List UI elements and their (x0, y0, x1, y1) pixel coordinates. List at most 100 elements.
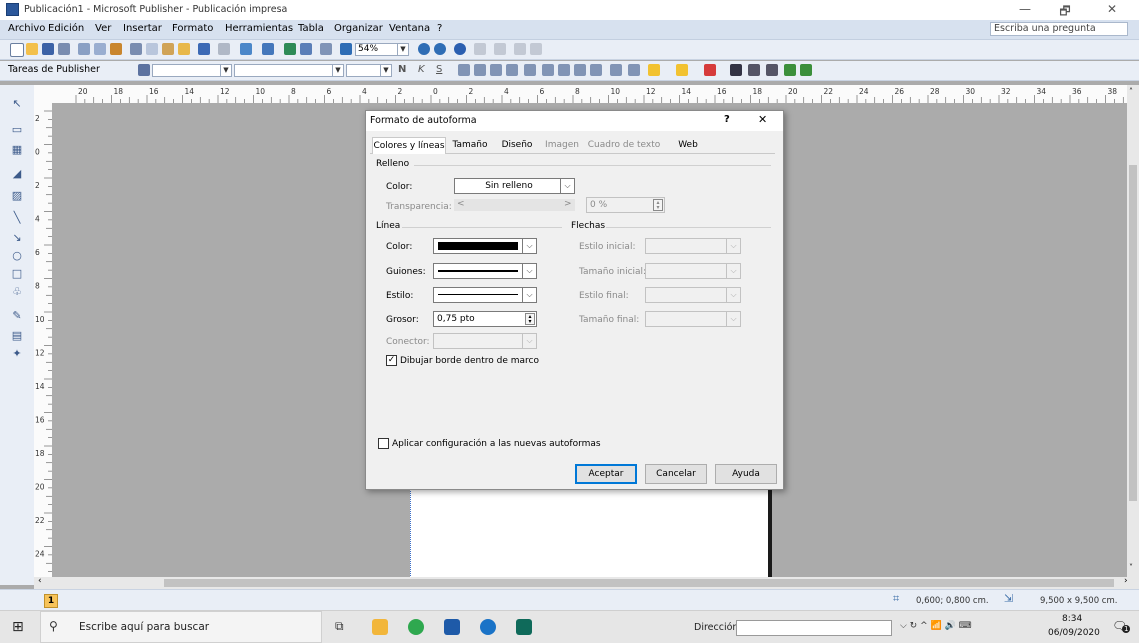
menu-organizar[interactable]: Organizar (334, 23, 383, 34)
apply-new-checkbox[interactable] (378, 438, 389, 449)
line-spacing-icon[interactable] (524, 64, 536, 76)
dialog-close-button[interactable]: ✕ (758, 113, 767, 126)
arrow-style-icon[interactable] (766, 64, 778, 76)
line-color-icon[interactable] (676, 64, 688, 76)
edge-icon[interactable] (480, 619, 496, 635)
horizontal-scroll-thumb[interactable] (164, 579, 1114, 587)
end-size-select[interactable]: ⌵ (645, 311, 741, 327)
hyperlink-icon[interactable] (284, 43, 296, 55)
draw-inside-checkbox[interactable]: ✓ (386, 355, 397, 366)
design-gallery-icon[interactable]: ▤ (10, 329, 24, 342)
menu-ver[interactable]: Ver (95, 23, 111, 34)
justify-icon[interactable] (506, 64, 518, 76)
print-icon[interactable] (58, 43, 70, 55)
menu-insertar[interactable]: Insertar (123, 23, 162, 34)
scroll-up-icon[interactable]: ˄ (1129, 87, 1133, 96)
line-style-select[interactable]: ⌵ (433, 287, 537, 303)
scroll-right-icon[interactable]: › (1124, 576, 1128, 586)
task-view-icon[interactable]: ⧉ (335, 619, 344, 634)
columns-icon[interactable] (300, 43, 312, 55)
line-tool-icon[interactable]: ╲ (10, 211, 24, 224)
hotspot-icon[interactable]: ✎ (10, 309, 24, 322)
help-button[interactable]: Ayuda (715, 464, 777, 484)
menu-edicion[interactable]: Edición (48, 23, 84, 34)
send-back-icon[interactable] (262, 43, 274, 55)
wordart-icon[interactable]: ◢ (10, 167, 24, 180)
menu-tabla[interactable]: Tabla (298, 23, 324, 34)
fill-color-select[interactable]: Sin relleno ⌵ (454, 178, 575, 194)
zoom-out-icon[interactable] (418, 43, 430, 55)
shadow-style-icon[interactable] (784, 64, 796, 76)
text-box-icon[interactable]: ▭ (10, 123, 24, 136)
start-style-select[interactable]: ⌵ (645, 238, 741, 254)
align-center-icon[interactable] (474, 64, 486, 76)
align-right-icon[interactable] (490, 64, 502, 76)
tab-colores-lineas[interactable]: Colores y líneas (372, 137, 446, 154)
connector-select[interactable]: ⌵ (433, 333, 537, 349)
tray-icons[interactable]: ⌵ ↻ ^ 📶 🔊 ⌨ (900, 621, 972, 631)
tab-web[interactable]: Web (668, 137, 708, 153)
ok-button[interactable]: Aceptar (575, 464, 637, 484)
minimize-button[interactable]: — (1010, 2, 1040, 18)
transparency-input[interactable]: 0 % ▴ ▾ (586, 197, 665, 213)
spinner-icon[interactable]: ▴ ▾ (653, 199, 663, 211)
textbox-link-icon[interactable] (514, 43, 526, 55)
align-left-icon[interactable] (458, 64, 470, 76)
start-size-select[interactable]: ⌵ (645, 263, 741, 279)
zoom-in-icon[interactable] (434, 43, 446, 55)
format-painter-icon[interactable] (178, 43, 190, 55)
special-chars-icon[interactable] (320, 43, 332, 55)
address-input[interactable] (736, 620, 892, 636)
vertical-ruler[interactable]: 2 0 2 4 6 8 10 12 14 16 18 20 22 24 (34, 103, 53, 578)
numbering-icon[interactable] (542, 64, 554, 76)
vertical-scroll-thumb[interactable] (1129, 165, 1137, 501)
link-icon[interactable] (474, 43, 486, 55)
file-explorer-icon[interactable] (372, 619, 388, 635)
new-icon[interactable] (10, 43, 24, 57)
dash-style-icon[interactable] (748, 64, 760, 76)
transparency-slider[interactable]: < > (454, 199, 575, 211)
tab-imagen[interactable]: Imagen (542, 137, 582, 153)
ask-question-input[interactable]: Escriba una pregunta (990, 22, 1128, 36)
rectangle-tool-icon[interactable]: □ (10, 267, 24, 280)
catalog-icon[interactable]: ✦ (10, 347, 24, 360)
open-icon[interactable] (26, 43, 38, 55)
page-navigator[interactable]: 1 (44, 594, 58, 608)
horizontal-scrollbar[interactable]: ‹ › (34, 576, 1139, 589)
menu-help[interactable]: ? (437, 23, 442, 34)
fill-color-icon[interactable] (648, 64, 660, 76)
tab-diseno[interactable]: Diseño (496, 137, 538, 153)
decrease-indent-icon[interactable] (574, 64, 586, 76)
style-select[interactable]: ▼ (152, 64, 232, 77)
scroll-down-icon[interactable]: ˅ (1129, 563, 1133, 572)
publisher-doc-icon[interactable] (516, 619, 532, 635)
close-window-button[interactable]: ✕ (1097, 2, 1127, 18)
italic-button[interactable]: K (418, 64, 425, 75)
dialog-help-button[interactable]: ? (724, 114, 730, 125)
oval-tool-icon[interactable]: ○ (10, 249, 24, 262)
bold-button[interactable]: N (398, 64, 406, 75)
pilcrow-icon[interactable] (340, 43, 352, 55)
menu-ventana[interactable]: Ventana (389, 23, 430, 34)
publication-page[interactable] (410, 478, 771, 578)
tab-cuadro-texto[interactable]: Cuadro de texto (586, 137, 662, 153)
spelling-icon[interactable] (94, 43, 106, 55)
taskbar-search-box[interactable]: ⚲ Escribe aquí para buscar (40, 611, 322, 643)
cut-icon[interactable] (130, 43, 142, 55)
clock-time[interactable]: 8:34 (1062, 614, 1082, 624)
save-icon[interactable] (42, 43, 54, 55)
transparency-left-arrow[interactable]: < (457, 199, 465, 209)
autoshapes-icon[interactable]: ♧ (10, 285, 24, 298)
font-color-icon[interactable] (704, 64, 716, 76)
menu-archivo[interactable]: Archivo (8, 23, 45, 34)
bring-front-icon[interactable] (240, 43, 252, 55)
dash-select[interactable]: ⌵ (433, 263, 537, 279)
cancel-button[interactable]: Cancelar (645, 464, 707, 484)
arrow-tool-icon[interactable]: ↘ (10, 231, 24, 244)
line-style-icon[interactable] (730, 64, 742, 76)
vertical-scrollbar[interactable]: ˄ ˅ (1127, 85, 1139, 577)
increase-font-icon[interactable] (628, 64, 640, 76)
menu-formato[interactable]: Formato (172, 23, 213, 34)
increase-indent-icon[interactable] (590, 64, 602, 76)
unlink-icon[interactable] (494, 43, 506, 55)
